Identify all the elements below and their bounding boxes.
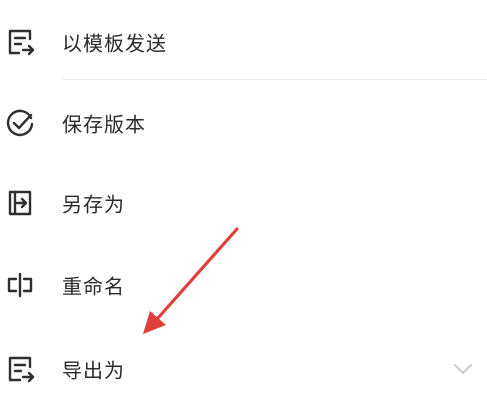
template-send-icon [4,26,36,58]
menu-item-save-as[interactable]: 另存为 [0,173,487,233]
menu-item-send-as-template[interactable]: 以模板发送 [0,12,487,72]
menu-item-export-as[interactable]: 导出为 [0,339,487,397]
more-actions-menu: 以模板发送 保存版本 另存为 重命名 导出为 [0,0,487,397]
menu-item-rename[interactable]: 重命名 [0,255,487,315]
chevron-down-icon[interactable] [453,362,473,376]
menu-item-label: 重命名 [62,274,125,299]
menu-item-label: 另存为 [62,192,125,217]
menu-item-label: 以模板发送 [62,31,167,56]
menu-item-label: 导出为 [62,358,125,383]
export-icon [4,353,36,385]
menu-item-label: 保存版本 [62,112,146,137]
menu-item-save-version[interactable]: 保存版本 [0,93,487,153]
rename-icon [4,269,36,301]
check-circle-icon [4,107,36,139]
save-as-icon [4,187,36,219]
menu-divider [62,79,487,80]
